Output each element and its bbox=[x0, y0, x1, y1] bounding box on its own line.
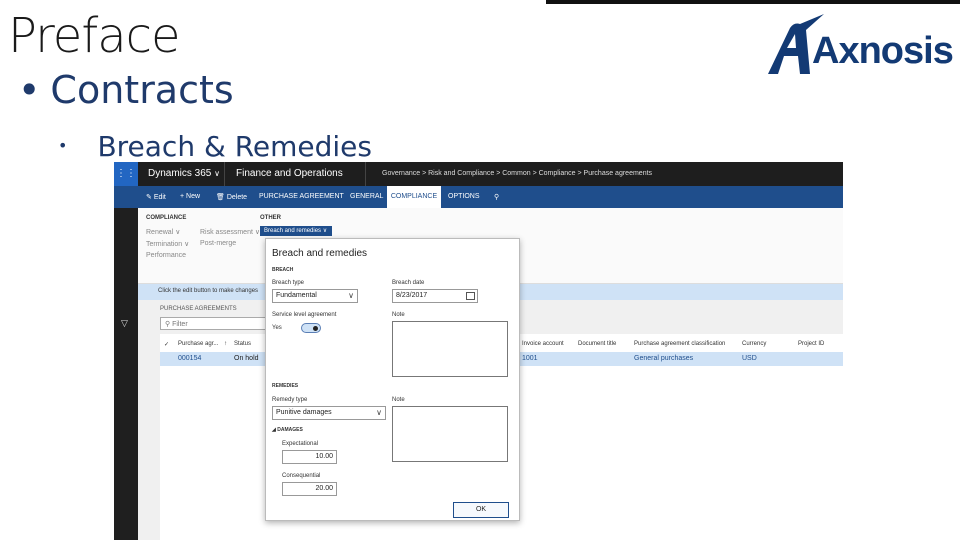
remedy-type-value: Punitive damages bbox=[276, 409, 332, 416]
breach-remedies-dialog: Breach and remedies BREACH Breach type F… bbox=[265, 238, 520, 521]
brand-text: Dynamics 365 bbox=[148, 168, 212, 179]
app-launcher-icon[interactable]: ⋮⋮ bbox=[114, 162, 138, 186]
note-textarea[interactable] bbox=[392, 321, 508, 377]
breach-date-value: 8/23/2017 bbox=[396, 292, 428, 299]
breach-section-header: BREACH bbox=[272, 267, 294, 273]
note-label: Note bbox=[392, 312, 405, 318]
risk-assessment-label: Risk assessment bbox=[200, 229, 253, 236]
search-icon: ⚲ bbox=[165, 321, 171, 328]
cell-id[interactable]: 000154 bbox=[178, 355, 201, 362]
breach-type-select[interactable]: Fundamental ∨ bbox=[272, 289, 358, 303]
bullet-contracts: • Contracts bbox=[18, 68, 234, 112]
risk-assessment-menu[interactable]: Risk assessment ∨ bbox=[200, 228, 260, 236]
col-classification[interactable]: Purchase agreement classification bbox=[634, 341, 725, 347]
note2-textarea[interactable] bbox=[392, 406, 508, 462]
performance-button[interactable]: Performance bbox=[146, 252, 186, 259]
calendar-icon[interactable] bbox=[466, 292, 475, 300]
damages-label: DAMAGES bbox=[277, 427, 303, 433]
sort-up-icon[interactable]: ↑ bbox=[224, 341, 227, 347]
remedy-type-label: Remedy type bbox=[272, 397, 308, 403]
top-bar: ⋮⋮ Dynamics 365 ∨ Finance and Operations… bbox=[114, 162, 843, 186]
sla-value: Yes bbox=[272, 325, 282, 331]
sla-toggle[interactable] bbox=[301, 323, 321, 333]
bullet-contracts-text: Contracts bbox=[50, 68, 234, 112]
termination-menu[interactable]: Termination ∨ bbox=[146, 240, 189, 248]
tab-options[interactable]: OPTIONS bbox=[448, 193, 480, 200]
note2-label: Note bbox=[392, 397, 405, 403]
renewal-label: Renewal bbox=[146, 229, 174, 236]
chevron-down-icon: ∨ bbox=[214, 169, 220, 178]
expectational-field[interactable]: 10.00 bbox=[282, 450, 337, 464]
col-status[interactable]: Status bbox=[234, 341, 251, 347]
col-purchase-agr[interactable]: Purchase agr... bbox=[178, 341, 218, 347]
damages-section-header[interactable]: ◢ DAMAGES bbox=[272, 427, 303, 433]
cell-classification: General purchases bbox=[634, 355, 694, 362]
breach-type-value: Fundamental bbox=[276, 292, 317, 299]
dynamics-screenshot: ⋮⋮ Dynamics 365 ∨ Finance and Operations… bbox=[114, 162, 843, 540]
collapse-icon: ◢ bbox=[272, 427, 276, 433]
tab-purchase-agreement[interactable]: PURCHASE AGREEMENT bbox=[259, 193, 344, 200]
left-nav: ☰ ▽ bbox=[114, 186, 138, 540]
post-merge-button[interactable]: Post-merge bbox=[200, 240, 236, 247]
cell-status: On hold bbox=[234, 355, 259, 362]
cell-invoice-account: 1001 bbox=[522, 355, 538, 362]
bullet-dot-2: • bbox=[58, 136, 68, 155]
brand[interactable]: Dynamics 365 ∨ bbox=[148, 168, 220, 179]
bullet-dot: • bbox=[18, 68, 41, 112]
breach-remedies-label: Breach and remedies bbox=[264, 228, 322, 234]
compliance-group-header: COMPLIANCE bbox=[146, 215, 187, 221]
termination-label: Termination bbox=[146, 241, 183, 248]
check-icon[interactable]: ✓ bbox=[164, 341, 169, 348]
logo-band bbox=[546, 0, 960, 4]
breach-type-label: Breach type bbox=[272, 280, 305, 286]
breadcrumb[interactable]: Governance > Risk and Compliance > Commo… bbox=[382, 170, 652, 177]
edit-label: Edit bbox=[153, 194, 166, 201]
slide-title: Preface bbox=[8, 8, 181, 64]
divider bbox=[365, 162, 366, 186]
logo-text: Axnosis bbox=[812, 30, 954, 72]
remedy-type-select[interactable]: Punitive damages ∨ bbox=[272, 406, 386, 420]
breach-date-label: Breach date bbox=[392, 280, 425, 286]
new-label: New bbox=[186, 193, 201, 200]
col-currency[interactable]: Currency bbox=[742, 341, 766, 347]
delete-button[interactable]: 🗑 Delete bbox=[216, 193, 247, 201]
tab-general[interactable]: GENERAL bbox=[350, 193, 383, 200]
chevron-down-icon: ∨ bbox=[348, 291, 354, 300]
breach-date-field[interactable]: 8/23/2017 bbox=[392, 289, 478, 303]
expectational-label: Expectational bbox=[282, 441, 319, 447]
consequential-field[interactable]: 20.00 bbox=[282, 482, 337, 496]
action-bar: ✎ Edit + New 🗑 Delete PURCHASE AGREEMENT… bbox=[114, 186, 843, 208]
tab-compliance[interactable]: COMPLIANCE bbox=[387, 186, 441, 208]
chevron-down-icon: ∨ bbox=[376, 408, 382, 417]
other-group-header: OTHER bbox=[260, 215, 281, 221]
cell-currency: USD bbox=[742, 355, 757, 362]
consequential-label: Consequential bbox=[282, 473, 321, 479]
sla-label: Service level agreement bbox=[272, 312, 337, 318]
renewal-menu[interactable]: Renewal ∨ bbox=[146, 228, 180, 236]
remedies-section-header: REMEDIES bbox=[272, 383, 299, 389]
list-label: PURCHASE AGREEMENTS bbox=[160, 306, 237, 312]
new-button[interactable]: + New bbox=[180, 193, 200, 200]
filter-input[interactable]: ⚲ Filter bbox=[160, 317, 270, 330]
bullet-breach-remedies-text: Breach & Remedies bbox=[97, 130, 372, 163]
dialog-title: Breach and remedies bbox=[272, 248, 368, 259]
bullet-breach-remedies: • Breach & Remedies bbox=[58, 130, 372, 163]
col-invoice-account[interactable]: Invoice account bbox=[522, 341, 564, 347]
breach-remedies-button[interactable]: Breach and remedies ∨ bbox=[260, 226, 332, 236]
module-name: Finance and Operations bbox=[236, 168, 343, 179]
filter-icon[interactable]: ▽ bbox=[121, 318, 128, 329]
delete-label: Delete bbox=[226, 194, 248, 201]
edit-button[interactable]: ✎ Edit bbox=[146, 193, 166, 201]
col-document-title[interactable]: Document title bbox=[578, 341, 616, 347]
divider bbox=[224, 162, 225, 186]
ok-button[interactable]: OK bbox=[453, 502, 509, 518]
filter-placeholder: Filter bbox=[172, 321, 188, 328]
search-icon[interactable]: ⚲ bbox=[494, 193, 499, 201]
col-project-id[interactable]: Project ID bbox=[798, 341, 824, 347]
